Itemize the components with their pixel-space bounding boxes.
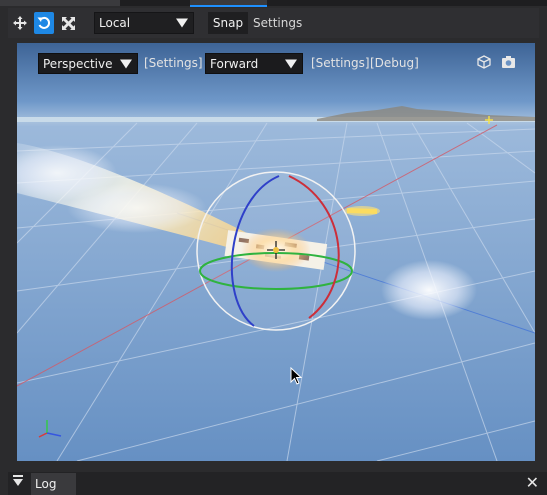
space-mode-value: Local: [99, 16, 131, 30]
panel-menu-icon[interactable]: [13, 475, 23, 490]
scene-render: [17, 43, 535, 461]
rotate-icon: [37, 16, 51, 29]
debug-link[interactable]: [Debug]: [370, 56, 419, 70]
editor-tab-strip: [0, 0, 547, 7]
move-tool-button[interactable]: [10, 12, 30, 34]
scene-viewport[interactable]: Perspective [Settings] Forward [Settings…: [17, 43, 535, 461]
view-settings-link[interactable]: [Settings]: [311, 56, 370, 70]
camera-mode-dropdown[interactable]: Perspective: [38, 53, 138, 74]
chevron-down-icon: [176, 18, 188, 28]
move-icon: [13, 16, 27, 30]
close-icon[interactable]: ✕: [526, 473, 539, 492]
cube-icon[interactable]: [477, 55, 491, 73]
camera-icon[interactable]: [501, 55, 516, 73]
mouse-cursor: [290, 366, 303, 389]
toolbar-settings-link[interactable]: Settings: [253, 12, 302, 34]
log-tab[interactable]: Log: [31, 473, 76, 495]
chevron-down-icon: [120, 59, 132, 68]
view-mode-value: Forward: [210, 56, 259, 71]
scale-tool-button[interactable]: [58, 12, 78, 34]
space-mode-dropdown[interactable]: Local: [94, 12, 194, 34]
camera-mode-value: Perspective: [43, 56, 113, 71]
camera-settings-link[interactable]: [Settings]: [144, 56, 203, 70]
log-panel-bar: Log ✕: [8, 472, 547, 495]
tab-active[interactable]: [190, 0, 267, 7]
view-mode-dropdown[interactable]: Forward: [205, 53, 303, 74]
viewport-toolbar: Local Snap Settings: [8, 8, 539, 38]
rotate-tool-button[interactable]: [34, 12, 54, 34]
chevron-down-icon: [285, 59, 297, 68]
scale-icon: [61, 16, 75, 30]
snap-button[interactable]: Snap: [208, 12, 248, 34]
tab[interactable]: [0, 0, 120, 6]
